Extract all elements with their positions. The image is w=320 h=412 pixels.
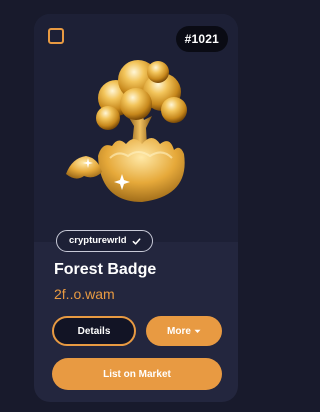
creator-pill[interactable]: crypturewrld [56, 230, 153, 252]
more-button[interactable]: More [146, 316, 222, 346]
details-label: Details [77, 325, 111, 337]
select-checkbox[interactable] [48, 28, 64, 44]
list-on-market-button[interactable]: List on Market [52, 358, 222, 390]
creator-name: crypturewrld [69, 235, 127, 246]
more-label: More [167, 325, 191, 337]
check-icon [132, 237, 141, 246]
page: #1021 crypturewrld Forest Badge 2f..o.wa… [0, 0, 260, 412]
golden-tree-egg-icon [66, 60, 187, 202]
nft-title: Forest Badge [54, 261, 157, 278]
caret-down-icon [194, 326, 201, 337]
nft-card[interactable]: #1021 crypturewrld Forest Badge 2f..o.wa… [34, 14, 238, 402]
details-button[interactable]: Details [52, 316, 136, 346]
list-on-market-label: List on Market [103, 368, 171, 380]
owner-address: 2f..o.wam [54, 286, 115, 302]
